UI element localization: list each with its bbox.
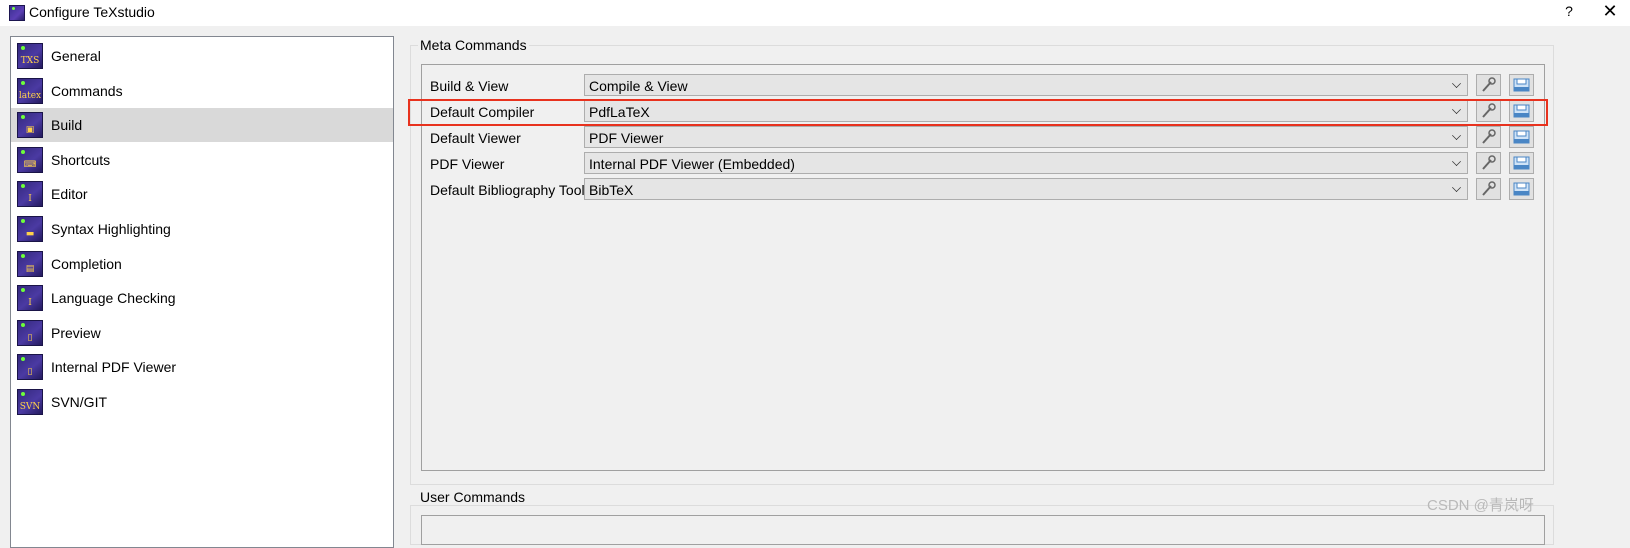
build-icon: ▣ bbox=[17, 112, 43, 138]
category-label: General bbox=[51, 48, 101, 64]
default-viewer-label: Default Viewer bbox=[430, 130, 521, 146]
category-label: Shortcuts bbox=[51, 152, 111, 168]
pdf-viewer-icon: ▯ bbox=[17, 354, 43, 380]
spellcheck-icon: I bbox=[17, 285, 43, 311]
category-label: Preview bbox=[51, 325, 101, 341]
chevron-down-icon bbox=[1452, 157, 1461, 166]
category-label: Editor bbox=[51, 186, 88, 202]
category-label: Completion bbox=[51, 256, 122, 272]
category-item-preview[interactable]: ▯ Preview bbox=[11, 316, 393, 350]
category-item-svn-git[interactable]: SVN SVN/GIT bbox=[11, 385, 393, 419]
category-item-editor[interactable]: I Editor bbox=[11, 177, 393, 211]
pdf-viewer-value: Internal PDF Viewer (Embedded) bbox=[589, 156, 795, 172]
pdf-viewer-configure-button[interactable] bbox=[1476, 152, 1501, 174]
default-viewer-value: PDF Viewer bbox=[589, 130, 664, 146]
default-bibliography-tool-save-button[interactable] bbox=[1509, 178, 1534, 200]
default-viewer-select[interactable]: PDF Viewer bbox=[584, 126, 1468, 148]
category-list: TXS General latex Commands ▣ Build ⌨ Sho… bbox=[10, 36, 394, 548]
category-item-commands[interactable]: latex Commands bbox=[11, 74, 393, 108]
meta-commands-title: Meta Commands bbox=[418, 37, 529, 53]
category-label: SVN/GIT bbox=[51, 394, 108, 410]
txs-icon: TXS bbox=[17, 43, 43, 69]
save-disk-icon bbox=[1513, 156, 1530, 170]
default-bibliography-tool-configure-button[interactable] bbox=[1476, 178, 1501, 200]
chevron-down-icon bbox=[1452, 183, 1461, 192]
watermark: CSDN @青岚呀 bbox=[1427, 497, 1534, 514]
build-view-select[interactable]: Compile & View bbox=[584, 74, 1468, 96]
category-label: Syntax Highlighting bbox=[51, 221, 171, 237]
build-view-label: Build & View bbox=[430, 78, 509, 94]
keyboard-icon: ⌨ bbox=[17, 147, 43, 173]
category-item-general[interactable]: TXS General bbox=[11, 39, 393, 73]
category-label: Commands bbox=[51, 83, 123, 99]
completion-icon: ▤ bbox=[17, 251, 43, 277]
category-item-completion[interactable]: ▤ Completion bbox=[11, 247, 393, 281]
category-item-internal-pdf-viewer[interactable]: ▯ Internal PDF Viewer bbox=[11, 350, 393, 384]
chevron-down-icon bbox=[1452, 131, 1461, 140]
category-item-shortcuts[interactable]: ⌨ Shortcuts bbox=[11, 143, 393, 177]
default-bibliography-tool-label: Default Bibliography Tool bbox=[430, 182, 585, 198]
default-compiler-highlight-box bbox=[408, 99, 1548, 126]
category-label: Internal PDF Viewer bbox=[51, 359, 177, 375]
title-bar: Configure TeXstudio ? ✕ bbox=[0, 0, 1630, 26]
save-disk-icon bbox=[1513, 182, 1530, 196]
build-view-configure-button[interactable] bbox=[1476, 74, 1501, 96]
user-commands-panel bbox=[421, 515, 1545, 545]
build-view-save-button[interactable] bbox=[1509, 74, 1534, 96]
text-cursor-icon: I bbox=[17, 181, 43, 207]
save-disk-icon bbox=[1513, 130, 1530, 144]
pdf-viewer-label: PDF Viewer bbox=[430, 156, 505, 172]
wrench-icon bbox=[1482, 77, 1496, 92]
save-disk-icon bbox=[1513, 78, 1530, 92]
highlight-icon: ▬ bbox=[17, 216, 43, 242]
chevron-down-icon bbox=[1452, 79, 1461, 88]
category-label: Build bbox=[51, 117, 83, 133]
pdf-viewer-select[interactable]: Internal PDF Viewer (Embedded) bbox=[584, 152, 1468, 174]
help-button[interactable]: ? bbox=[1561, 3, 1577, 19]
texstudio-app-icon bbox=[9, 5, 25, 21]
window-title: Configure TeXstudio bbox=[29, 4, 155, 20]
default-bibliography-tool-select[interactable]: BibTeX bbox=[584, 178, 1468, 200]
category-label: Language Checking bbox=[51, 290, 176, 306]
category-item-syntax-highlighting[interactable]: ▬ Syntax Highlighting bbox=[11, 212, 393, 246]
wrench-icon bbox=[1482, 181, 1496, 196]
category-item-build[interactable]: ▣ Build bbox=[11, 108, 393, 142]
latex-icon: latex bbox=[17, 78, 43, 104]
default-viewer-configure-button[interactable] bbox=[1476, 126, 1501, 148]
close-button[interactable]: ✕ bbox=[1601, 1, 1619, 22]
wrench-icon bbox=[1482, 155, 1496, 170]
build-view-value: Compile & View bbox=[589, 78, 688, 94]
default-bibliography-tool-value: BibTeX bbox=[589, 182, 634, 198]
preview-icon: ▯ bbox=[17, 320, 43, 346]
category-item-language-checking[interactable]: I Language Checking bbox=[11, 281, 393, 315]
default-viewer-save-button[interactable] bbox=[1509, 126, 1534, 148]
user-commands-title: User Commands bbox=[418, 489, 528, 505]
pdf-viewer-save-button[interactable] bbox=[1509, 152, 1534, 174]
wrench-icon bbox=[1482, 129, 1496, 144]
svn-icon: SVN bbox=[17, 389, 43, 415]
